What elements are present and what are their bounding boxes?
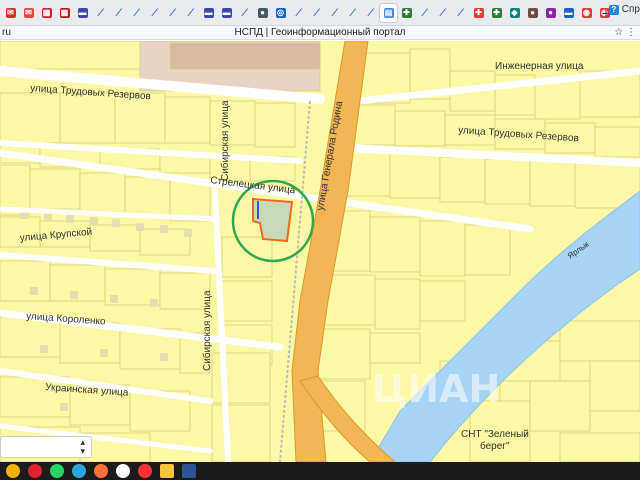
slash-icon: ⁄ — [423, 6, 426, 19]
browser-tab[interactable]: ◎ — [272, 4, 289, 22]
explorer-icon[interactable] — [160, 464, 174, 478]
browser-tab[interactable]: ◆ — [506, 4, 523, 22]
doc-icon: ▤ — [383, 7, 394, 18]
browser-tab[interactable]: ⁄ — [290, 4, 307, 22]
slash-icon: ⁄ — [441, 6, 444, 19]
browser-tab[interactable]: ● — [524, 4, 541, 22]
ru-flag-icon: ▬ — [203, 7, 214, 18]
calendar-icon: ▦ — [41, 7, 52, 18]
browser-tab[interactable]: ✚ — [398, 4, 415, 22]
cross-icon: ✚ — [473, 7, 484, 18]
word-icon[interactable] — [182, 464, 196, 478]
star-icon[interactable]: ☆ ⋮ — [614, 27, 636, 38]
shield-icon: ◆ — [509, 7, 520, 18]
yandex-icon[interactable] — [138, 464, 152, 478]
label-snt-2: берег" — [480, 440, 510, 452]
label-snt-1: СНТ "Зеленый — [461, 429, 529, 440]
yandex-browser-icon[interactable] — [116, 464, 130, 478]
slash-icon: ⁄ — [297, 6, 300, 19]
browser-tab[interactable]: ⁄ — [326, 4, 343, 22]
slash-icon: ⁄ — [117, 6, 120, 19]
slash-icon: ⁄ — [135, 6, 138, 19]
firefox-icon[interactable] — [94, 464, 108, 478]
watermark-logo: ЦИАН — [372, 367, 501, 411]
telegram-icon[interactable] — [72, 464, 86, 478]
browser-tab[interactable]: ▤ — [380, 3, 397, 22]
browser-tab[interactable]: ⁄ — [92, 4, 109, 22]
browser-tab[interactable]: ✉ — [2, 4, 19, 22]
globe-icon: ◎ — [275, 7, 286, 18]
browser-tab[interactable]: ⁄ — [146, 4, 163, 22]
ru-flag-icon: ▬ — [221, 7, 232, 18]
browser-tab[interactable]: ▬ — [560, 4, 577, 22]
slash-icon: ⁄ — [315, 6, 318, 19]
address-bar[interactable]: ru НСПД | Геоинформационный портал ☆ ⋮ — [0, 26, 640, 40]
os-taskbar — [0, 462, 640, 480]
puzzle-icon: ✚ — [491, 7, 502, 18]
browser-tab[interactable]: ▬ — [74, 4, 91, 22]
opera-icon[interactable] — [28, 464, 42, 478]
browser-tab[interactable]: ⁄ — [110, 4, 127, 22]
mail-icon: ✉ — [5, 7, 16, 18]
browser-tab[interactable]: ▬ — [218, 4, 235, 22]
browser-tab[interactable]: ● — [542, 4, 559, 22]
browser-tab[interactable]: ⁄ — [344, 4, 361, 22]
browser-tab[interactable]: ▬ — [200, 4, 217, 22]
browser-tab-current[interactable]: ? Спр — [608, 4, 640, 15]
whatsapp-icon[interactable] — [50, 464, 64, 478]
mail-icon: ✉ — [23, 7, 34, 18]
browser-tab[interactable]: ▦ — [56, 4, 73, 22]
cadastral-map[interactable]: Инженерная улица улица Трудовых Резервов… — [0, 41, 640, 462]
ru-flag-icon: ▬ — [77, 7, 88, 18]
tab-title: Спр — [621, 4, 640, 15]
label-inzhenernaya: Инженерная улица — [495, 61, 584, 72]
calendar-icon: ▦ — [59, 7, 70, 18]
browser-tab[interactable]: ✚ — [488, 4, 505, 22]
page-title: НСПД | Геоинформационный портал — [234, 27, 406, 38]
slash-icon: ⁄ — [243, 6, 246, 19]
new-tab-button[interactable]: + — [602, 5, 610, 21]
browser-tab-strip: ✉ ✉ ▦ ▦ ▬ ⁄ ⁄ ⁄ ⁄ ⁄ ⁄ ▬ ▬ ⁄ ● ◎ ⁄ ⁄ ⁄ ⁄ ⁄ ▤ ✚ ⁄ ⁄ ⁄ ✚ ✚ ◆ ● ● ▬ ◉ ◉? Спр + — [0, 0, 640, 26]
zoom-dropdown[interactable]: ▴ ▾ — [0, 436, 92, 458]
browser-tab[interactable]: ⁄ — [308, 4, 325, 22]
slash-icon: ⁄ — [171, 6, 174, 19]
slash-icon: ⁄ — [369, 6, 372, 19]
ring-icon: ◉ — [581, 7, 592, 18]
browser-tab[interactable]: ✉ — [20, 4, 37, 22]
chrome-icon[interactable] — [6, 464, 20, 478]
browser-tab[interactable]: ⁄ — [236, 4, 253, 22]
slash-icon: ⁄ — [459, 6, 462, 19]
slash-icon: ⁄ — [99, 6, 102, 19]
browser-tab[interactable]: ⁄ — [452, 4, 469, 22]
chevron-updown-icon[interactable]: ▴ ▾ — [80, 438, 85, 456]
browser-tab[interactable]: ✚ — [470, 4, 487, 22]
card-icon: ▬ — [563, 7, 574, 18]
avatar-icon: ● — [527, 7, 538, 18]
slash-icon: ⁄ — [189, 6, 192, 19]
map-canvas[interactable]: Инженерная улица улица Трудовых Резервов… — [0, 41, 640, 462]
label-sibirskaya-2: Сибирская улица — [201, 290, 213, 371]
browser-tab[interactable]: ⁄ — [434, 4, 451, 22]
slash-icon: ⁄ — [333, 6, 336, 19]
browser-tab[interactable]: ⁄ — [164, 4, 181, 22]
browser-tab[interactable]: ▦ — [38, 4, 55, 22]
circle-icon: ● — [257, 7, 268, 18]
help-icon: ? — [608, 4, 619, 15]
slash-icon: ⁄ — [153, 6, 156, 19]
puzzle-icon: ✚ — [401, 7, 412, 18]
browser-tab[interactable]: ● — [254, 4, 271, 22]
browser-tab[interactable]: ⁄ — [182, 4, 199, 22]
browser-tab[interactable]: ⁄ — [416, 4, 433, 22]
browser-tab[interactable]: ⁄ — [128, 4, 145, 22]
label-sibirskaya: Сибирская улица — [219, 100, 231, 181]
slash-icon: ⁄ — [351, 6, 354, 19]
browser-tab[interactable]: ◉ — [578, 4, 595, 22]
browser-tab[interactable]: ⁄ — [362, 4, 379, 22]
user-icon: ● — [545, 7, 556, 18]
